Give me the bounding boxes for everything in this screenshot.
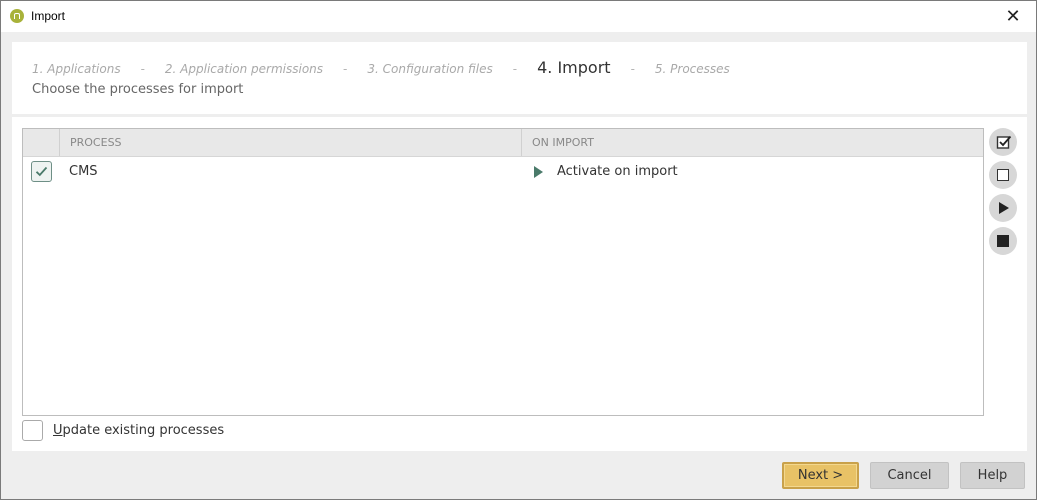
wizard-subtitle: Choose the processes for import <box>32 82 244 97</box>
close-icon: ✕ <box>1005 6 1021 27</box>
header-check-column[interactable] <box>23 129 59 156</box>
help-button[interactable]: Help <box>960 462 1025 489</box>
activate-all-button[interactable] <box>989 194 1017 222</box>
header-process[interactable]: PROCESS <box>59 129 521 156</box>
mnemonic-letter: U <box>53 423 63 438</box>
content-panel: PROCESS ON IMPORT CMS Activate on import <box>12 117 1027 451</box>
process-name-cell: CMS <box>69 164 98 179</box>
close-button[interactable]: ✕ <box>990 1 1036 32</box>
select-all-icon <box>996 135 1012 149</box>
row-checkbox[interactable] <box>31 161 52 182</box>
on-import-cell[interactable]: Activate on import <box>557 164 678 179</box>
step-application-permissions: 2. Application permissions <box>164 62 324 76</box>
step-processes: 5. Processes <box>654 62 730 76</box>
step-separator: - <box>140 62 145 76</box>
deactivate-all-button[interactable] <box>989 227 1017 255</box>
step-import: 4. Import <box>537 58 611 77</box>
update-existing-label-text: pdate existing processes <box>62 423 225 438</box>
process-table: PROCESS ON IMPORT CMS Activate on import <box>22 128 984 416</box>
deselect-all-icon <box>997 169 1009 181</box>
import-dialog: Import ✕ 1. Applications - 2. Applicatio… <box>0 0 1037 500</box>
update-existing-label[interactable]: Update existing processes <box>53 423 224 438</box>
step-separator: - <box>630 62 635 76</box>
stop-icon <box>997 235 1009 247</box>
table-header: PROCESS ON IMPORT <box>23 129 983 157</box>
check-icon <box>35 166 48 177</box>
table-tools <box>989 128 1017 260</box>
title-bar: Import ✕ <box>1 1 1036 32</box>
header-on-import[interactable]: ON IMPORT <box>521 129 983 156</box>
step-separator: - <box>512 62 518 76</box>
play-icon <box>999 202 1009 214</box>
step-configuration-files: 3. Configuration files <box>367 62 493 76</box>
step-separator: - <box>343 62 348 76</box>
update-existing-checkbox[interactable] <box>22 420 43 441</box>
step-applications: 1. Applications <box>32 62 121 76</box>
app-logo-icon <box>10 9 24 23</box>
deselect-all-button[interactable] <box>989 161 1017 189</box>
table-row[interactable]: CMS Activate on import <box>23 157 983 187</box>
wizard-steps: 1. Applications - 2. Application permiss… <box>32 58 730 77</box>
window-title: Import <box>31 9 66 23</box>
next-button[interactable]: Next > <box>782 462 859 489</box>
activate-icon[interactable] <box>534 166 543 178</box>
cancel-button[interactable]: Cancel <box>870 462 949 489</box>
wizard-header: 1. Applications - 2. Application permiss… <box>12 42 1027 114</box>
select-all-button[interactable] <box>989 128 1017 156</box>
